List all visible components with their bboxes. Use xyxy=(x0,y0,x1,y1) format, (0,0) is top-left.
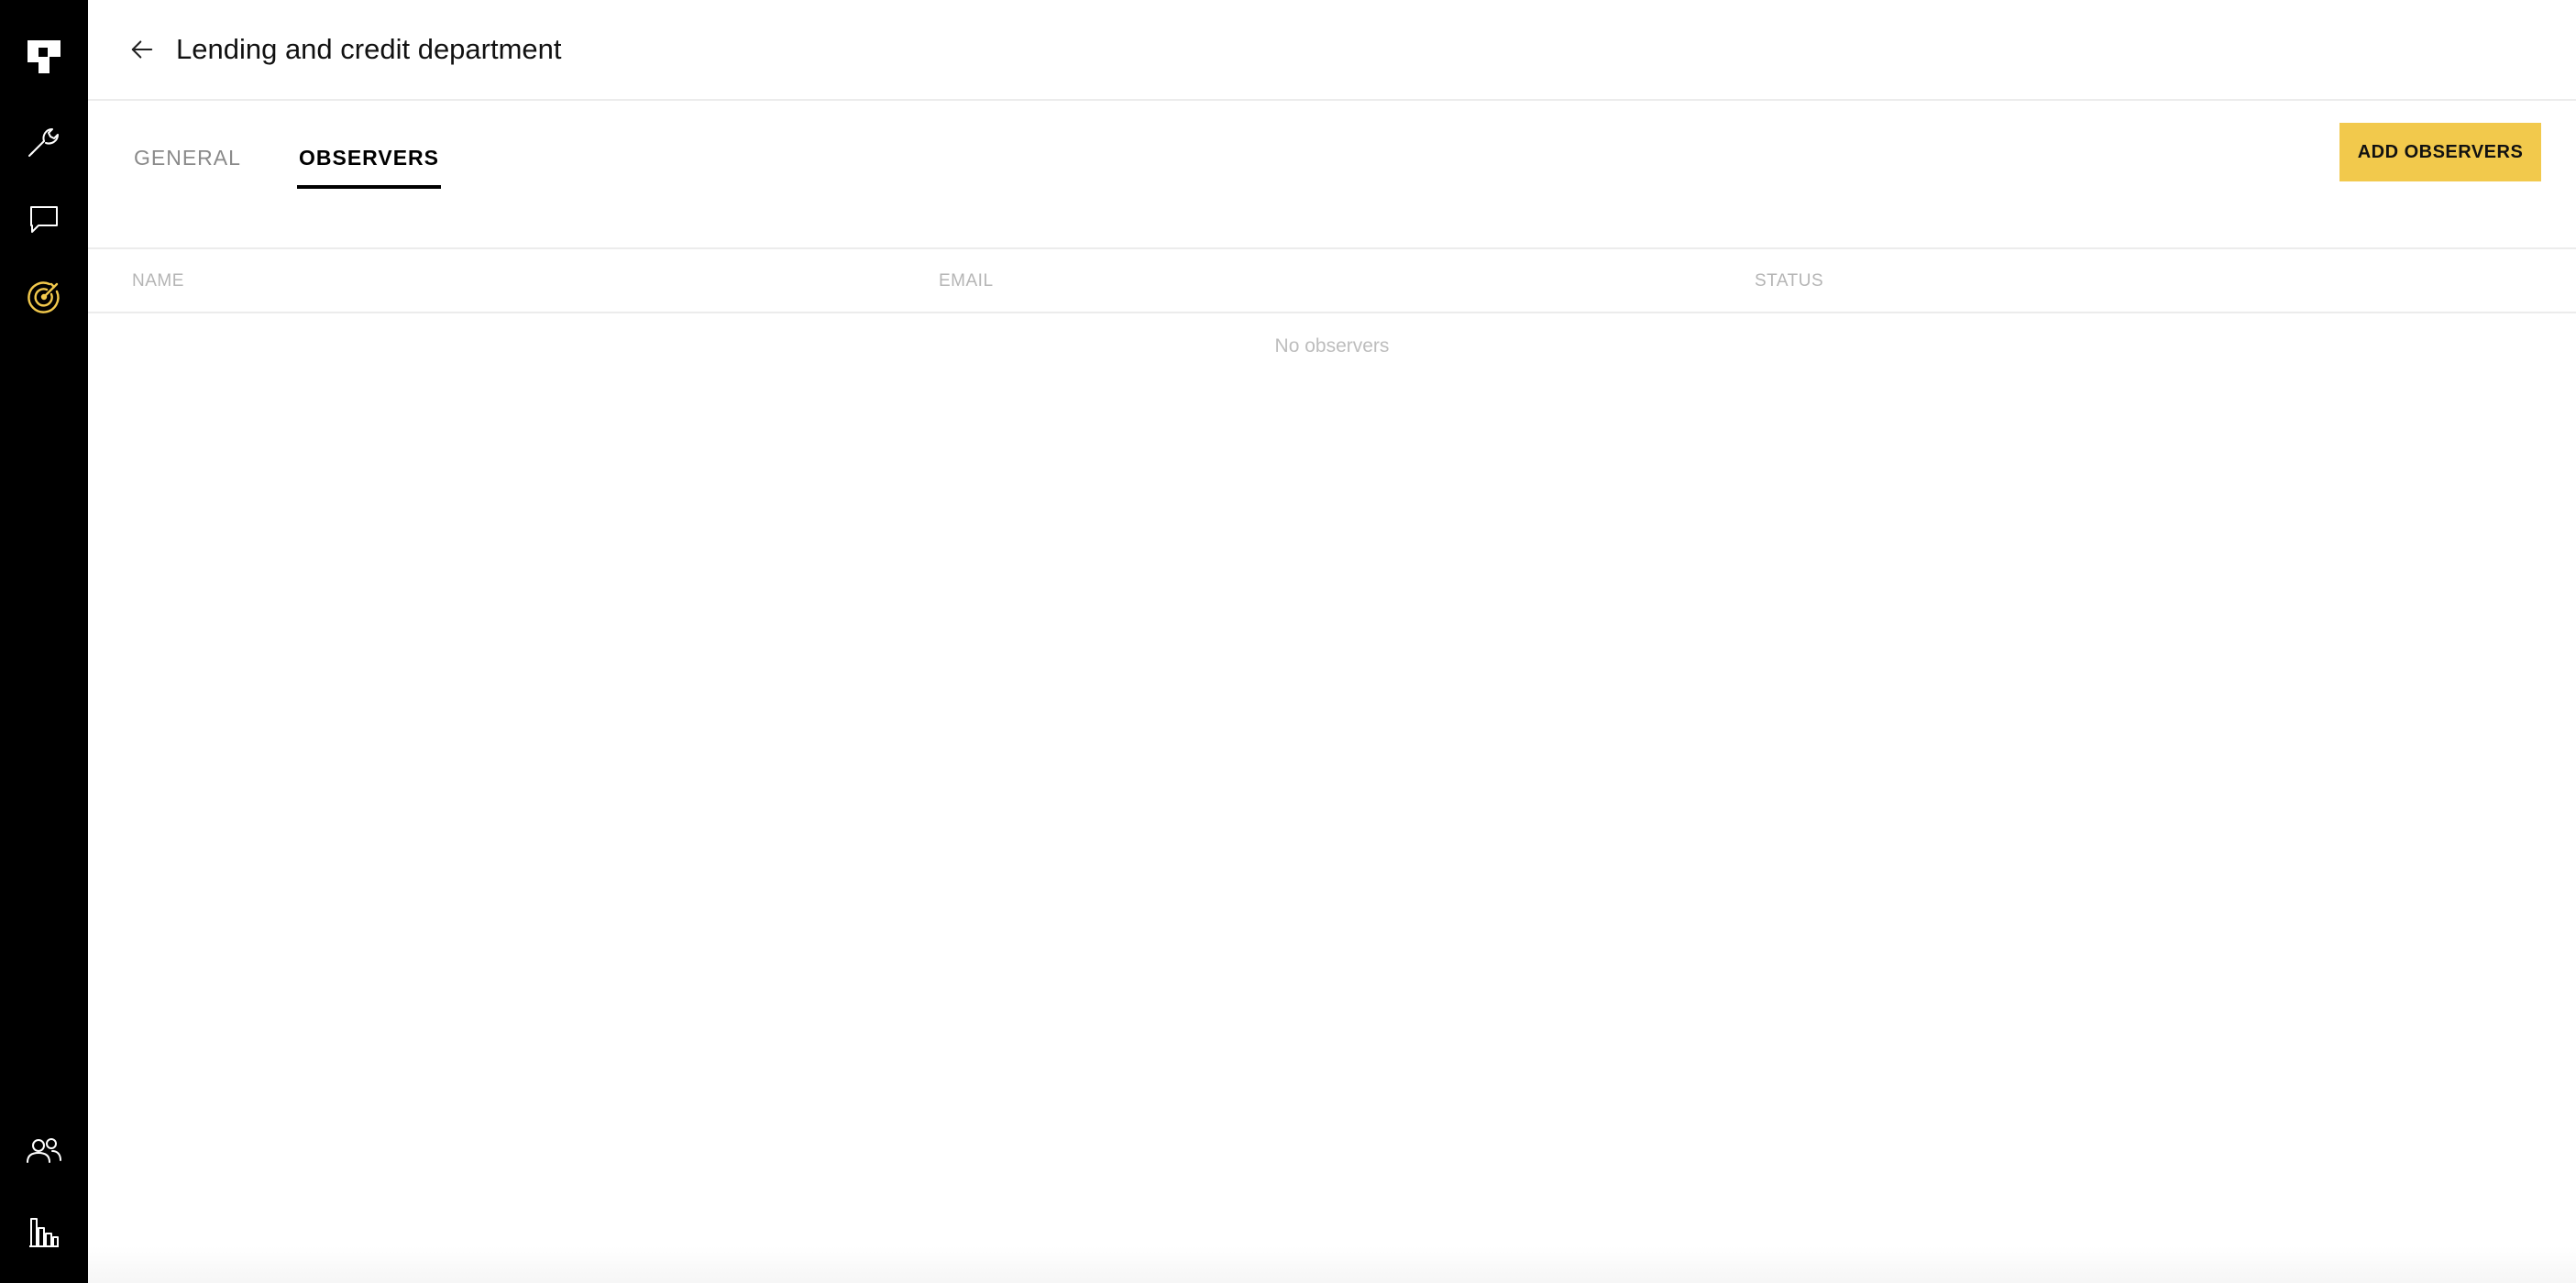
wrench-icon[interactable] xyxy=(22,119,66,163)
bar-chart-icon[interactable] xyxy=(22,1210,66,1254)
brand-logo-icon[interactable] xyxy=(22,35,66,79)
back-button[interactable] xyxy=(127,31,158,68)
add-observers-button[interactable]: ADD OBSERVERS xyxy=(2339,123,2541,181)
page-title: Lending and credit department xyxy=(176,33,562,65)
users-icon[interactable] xyxy=(22,1129,66,1173)
page-header: Lending and credit department xyxy=(88,0,2576,101)
target-icon[interactable] xyxy=(22,275,66,319)
table-header: NAME EMAIL STATUS xyxy=(88,249,2576,313)
sidebar xyxy=(0,0,88,1283)
column-header-name[interactable]: NAME xyxy=(132,271,184,291)
column-header-email[interactable]: EMAIL xyxy=(939,271,994,291)
chat-icon[interactable] xyxy=(22,198,66,242)
tab-bar: GENERAL OBSERVERS ADD OBSERVERS xyxy=(88,101,2576,249)
tab-general[interactable]: GENERAL xyxy=(134,137,241,189)
arrow-left-icon xyxy=(131,40,153,59)
empty-state-message: No observers xyxy=(1274,335,1390,356)
bottom-fade xyxy=(88,1246,2576,1283)
main-content: Lending and credit department GENERAL OB… xyxy=(88,0,2576,1283)
brand-logo-icon-graphic xyxy=(28,40,61,73)
tab-observers[interactable]: OBSERVERS xyxy=(297,137,442,189)
column-header-status[interactable]: STATUS xyxy=(1755,271,1823,291)
